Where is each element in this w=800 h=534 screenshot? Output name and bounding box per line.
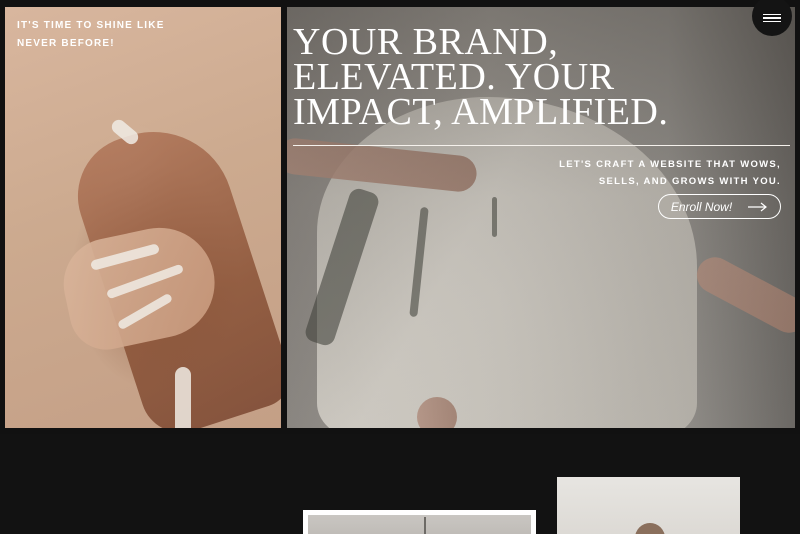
portrait-photo: [557, 477, 740, 534]
framed-photo-image: [308, 515, 531, 534]
subtext-line: SELLS, AND GROWS WITH YOU.: [598, 176, 781, 187]
hero-image-sculpture: YOUR BRAND, ELEVATED. YOUR IMPACT, AMPLI…: [287, 7, 795, 428]
framed-photo: [303, 510, 536, 534]
headline-line: IMPACT, AMPLIFIED.: [293, 91, 669, 133]
spire-shape: [424, 517, 426, 534]
arrow-right-icon: [748, 202, 768, 211]
hero-headline: YOUR BRAND, ELEVATED. YOUR IMPACT, AMPLI…: [293, 23, 673, 133]
enroll-now-button[interactable]: Enroll Now!: [658, 194, 781, 219]
clay-smudge: [175, 367, 191, 428]
hero-subtext: LET'S CRAFT A WEBSITE THAT WOWS, SELLS, …: [541, 156, 781, 190]
portrait-head-shape: [635, 523, 665, 534]
hero-image-hands: IT'S TIME TO SHINE LIKE NEVER BEFORE!: [5, 7, 281, 428]
lower-section: [0, 434, 800, 534]
hamburger-menu-icon: [763, 14, 781, 22]
hero-tagline: IT'S TIME TO SHINE LIKE NEVER BEFORE!: [17, 20, 165, 49]
page: IT'S TIME TO SHINE LIKE NEVER BEFORE! YO…: [0, 0, 800, 534]
headline-divider: [293, 145, 790, 146]
enroll-now-label: Enroll Now!: [670, 199, 733, 214]
subtext-line: LET'S CRAFT A WEBSITE THAT WOWS,: [559, 159, 781, 170]
